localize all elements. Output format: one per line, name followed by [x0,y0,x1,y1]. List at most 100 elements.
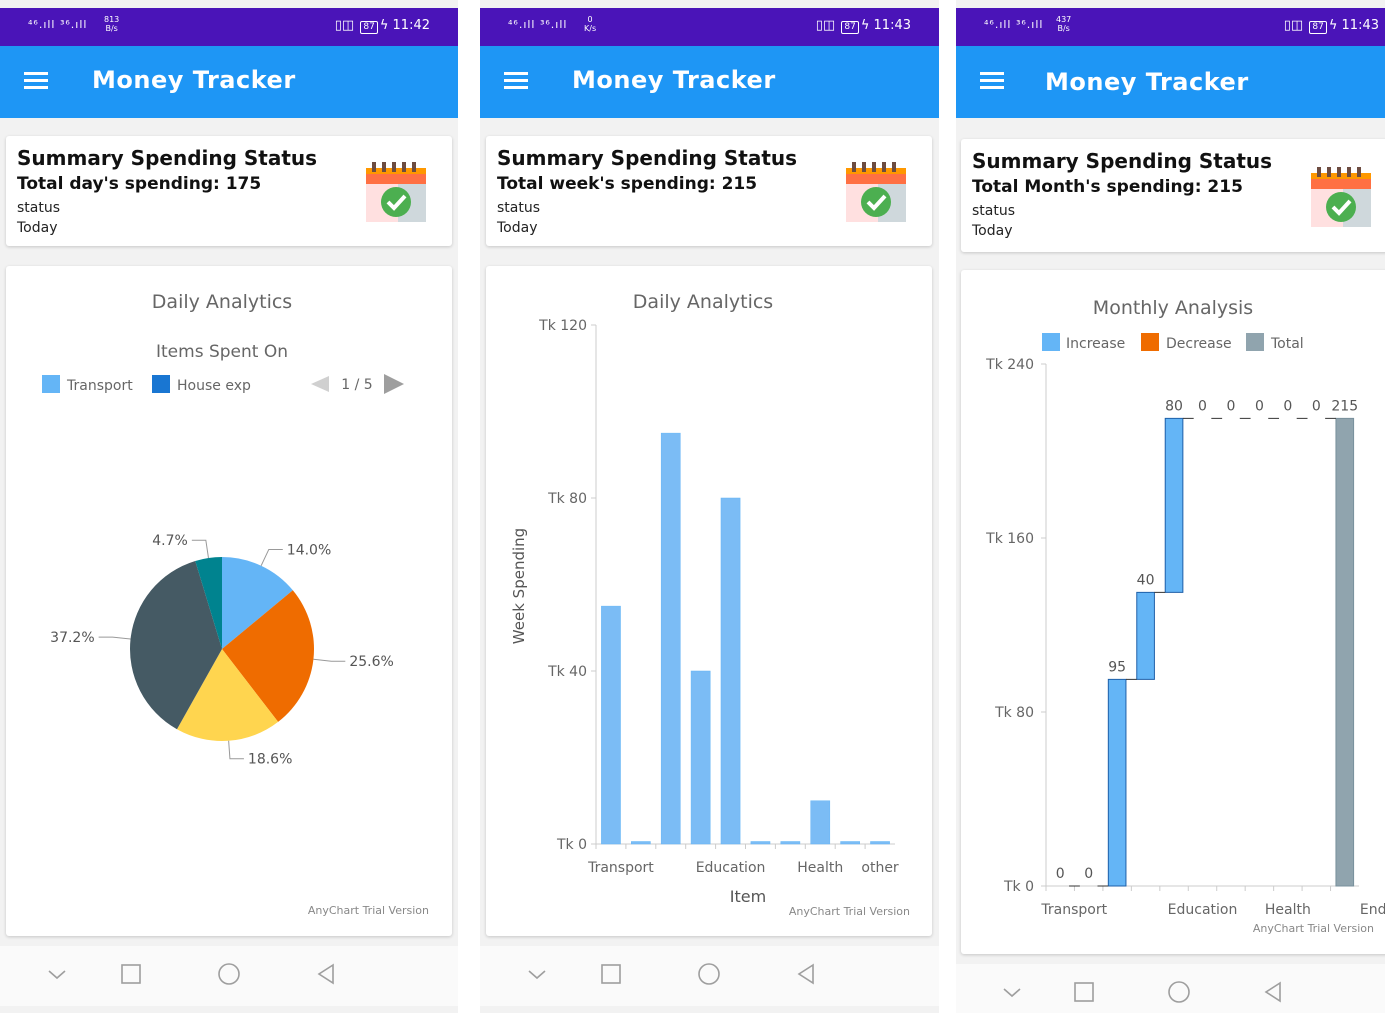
bar[interactable] [720,497,741,845]
bar-value-label: 0 [1255,398,1264,414]
back-triangle-icon[interactable] [314,962,338,986]
pager-prev-icon[interactable] [311,376,329,392]
x-tick-label: Health [797,860,843,876]
nav-bar [0,946,458,1006]
status-bar: ⁴⁶.ıll ³⁶.ıll 0 K/s ▯◫ 87 ϟ 11:43 [480,8,939,46]
summary-card: Summary Spending Status Total day's spen… [6,136,452,246]
app-bar: Money Tracker [0,46,458,118]
recents-square-icon[interactable] [1072,980,1096,1004]
x-tick-label: Education [696,860,766,876]
app-title: Money Tracker [572,66,776,94]
pie-label-connector [260,548,283,566]
x-tick-label: Health [1265,902,1311,918]
bar[interactable] [660,432,681,845]
bar[interactable] [840,841,860,845]
chevron-down-icon[interactable] [45,962,69,986]
x-tick-label: other [861,860,899,876]
pie-slice-label: 37.2% [50,630,94,646]
back-triangle-icon[interactable] [1261,980,1285,1004]
hamburger-menu-icon[interactable] [24,72,48,90]
status-right: ▯◫ 87 ϟ 11:43 [1283,18,1379,34]
chart-subtitle: Items Spent On [156,342,288,362]
pie-label-connector [98,636,131,640]
battery-indicator: 87 [841,21,859,34]
summary-period: Today [972,223,1013,239]
legend-label-house-exp: House exp [177,378,251,394]
increase-bar[interactable] [1136,591,1155,680]
bar[interactable] [601,605,621,845]
battery-indicator: 87 [1309,21,1327,34]
summary-status: status [17,200,61,216]
hamburger-menu-icon[interactable] [504,72,528,90]
y-tick-label: Tk 120 [538,318,587,334]
nav-bar [956,964,1385,1013]
legend-label-total: Total [1270,336,1304,352]
signal-indicator: ⁴⁶.ıll ³⁶.ıll [984,18,1044,31]
hamburger-menu-icon[interactable] [980,72,1004,90]
legend-label-decrease: Decrease [1166,336,1232,352]
y-tick-label: Tk 0 [556,837,587,853]
status-bar: ⁴⁶.ıll ³⁶.ıll 437 B/s ▯◫ 87 ϟ 11:43 [956,8,1385,46]
bar[interactable] [870,841,890,845]
x-tick-label: Transport [587,860,654,876]
legend-label-increase: Increase [1066,336,1125,352]
legend-swatch-transport [42,375,60,393]
summary-period: Today [17,220,58,236]
bar-value-label: 0 [1312,398,1321,414]
screen-weekly-bar: ⁴⁶.ıll ³⁶.ıll 0 K/s ▯◫ 87 ϟ 11:43 Money Tr… [480,0,939,1013]
bar-axes: Tk 0 Tk 40 Tk 80 Tk 120 Transport Education He… [538,318,899,876]
x-tick-label: End [1360,902,1385,918]
bar[interactable] [750,841,771,845]
chart-card: Daily Analytics Week Spending Item Tk 0T… [486,266,932,936]
calendar-check-icon [366,162,426,222]
status-bar: ⁴⁶.ıll ³⁶.ıll 813 B/s ▯◫ 87 ϟ 11:42 [0,8,458,46]
bar-value-label: 0 [1056,866,1065,882]
status-right: ▯◫ 87 ϟ 11:42 [334,18,430,34]
increase-bar[interactable] [1107,678,1127,887]
waterfall-axes: Tk 0 Tk 80 Tk 160 Tk 240 Transport Education H… [985,357,1385,918]
bar[interactable] [810,800,831,845]
signal-indicator: ⁴⁶.ıll ³⁶.ıll [28,18,88,31]
legend-label-transport: Transport [66,378,133,394]
summary-title: Summary Spending Status [17,146,318,170]
y-tick-label: Tk 80 [994,705,1034,721]
home-circle-icon[interactable] [1167,980,1191,1004]
chevron-down-icon[interactable] [525,962,549,986]
pie-slice-label: 25.6% [349,654,393,670]
app-title: Money Tracker [92,66,296,94]
bar-series [601,432,890,845]
home-circle-icon[interactable] [697,962,721,986]
pager-next-icon[interactable] [384,374,404,394]
app-bar: Money Tracker [956,46,1385,118]
total-bar[interactable] [1335,417,1355,887]
chevron-down-icon[interactable] [1000,980,1024,1004]
y-tick-label: Tk 40 [547,664,587,680]
chart-title: Daily Analytics [633,291,773,313]
bar-value-label: 40 [1137,572,1155,588]
bar[interactable] [631,841,651,845]
pie-slice-label: 14.0% [287,542,331,558]
y-tick-label: Tk 0 [1003,879,1034,895]
home-circle-icon[interactable] [217,962,241,986]
bar[interactable] [780,841,801,845]
x-axis-label: Item [730,887,766,906]
increase-bar[interactable] [1164,417,1184,593]
summary-title: Summary Spending Status [972,149,1273,173]
recents-square-icon[interactable] [599,962,623,986]
bar-value-label: 0 [1084,866,1093,882]
calendar-check-icon [1311,167,1371,227]
screen-monthly-waterfall: ⁴⁶.ıll ³⁶.ıll 437 B/s ▯◫ 87 ϟ 11:43 Money … [956,0,1385,1013]
signal-indicator: ⁴⁶.ıll ³⁶.ıll [508,18,568,31]
recents-square-icon[interactable] [119,962,143,986]
y-tick-label: Tk 240 [985,357,1034,373]
legend-swatch-decrease [1141,333,1159,351]
back-triangle-icon[interactable] [794,962,818,986]
summary-title: Summary Spending Status [497,146,798,170]
pie-slice-label: 4.7% [152,533,188,549]
bar-value-label: 0 [1198,398,1207,414]
bar[interactable] [690,670,711,845]
legend-swatch-increase [1042,333,1060,351]
legend-pager: 1 / 5 [341,377,372,393]
bar-value-label: 0 [1226,398,1235,414]
chart-card: Daily Analytics Items Spent On Transport… [6,266,452,936]
